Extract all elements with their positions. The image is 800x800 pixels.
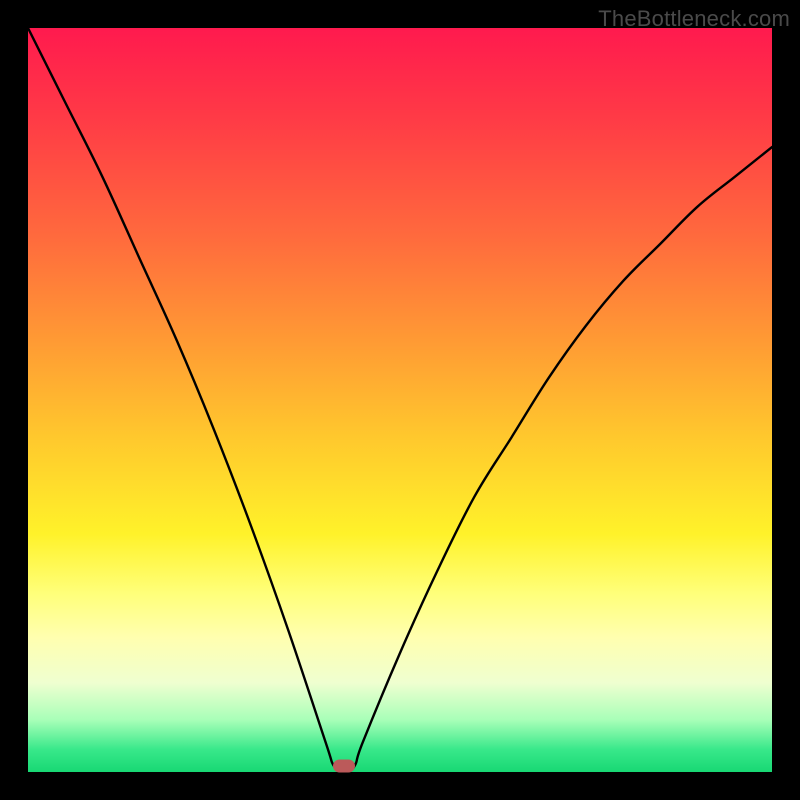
chart-frame: TheBottleneck.com bbox=[0, 0, 800, 800]
bottleneck-curve bbox=[28, 28, 772, 772]
minimum-marker bbox=[333, 760, 355, 773]
plot-area bbox=[28, 28, 772, 772]
